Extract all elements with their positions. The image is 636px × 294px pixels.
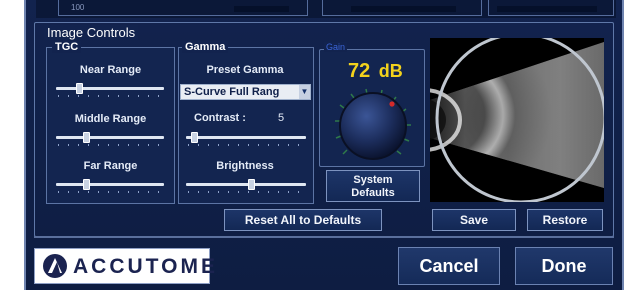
contrast-track <box>186 136 306 139</box>
brightness-track <box>186 183 306 186</box>
brightness-ticks <box>188 191 304 193</box>
far-range-track <box>56 183 164 186</box>
near-range-ticks <box>58 95 162 97</box>
near-range-slider[interactable] <box>56 82 164 102</box>
far-range-label: Far Range <box>83 160 138 172</box>
top-strip-partial-text: 100 <box>71 3 85 12</box>
top-strip-box-right <box>488 0 614 16</box>
gain-knob-body[interactable] <box>339 92 407 160</box>
gain-value: 72 <box>348 60 371 82</box>
gain-readout: 72 dB <box>348 60 403 83</box>
top-strip-dark-middle <box>351 6 456 12</box>
ultrasound-preview <box>430 38 604 202</box>
accutome-logo-icon <box>43 254 67 278</box>
far-range-slider[interactable] <box>56 178 164 198</box>
tgc-title: TGC <box>52 41 82 53</box>
near-range-thumb[interactable] <box>76 83 83 94</box>
contrast-value: 5 <box>278 112 285 124</box>
save-button[interactable]: Save <box>432 209 516 231</box>
near-range-label: Near Range <box>79 64 142 76</box>
top-strip-box-left: 100 <box>58 0 308 16</box>
contrast-slider[interactable] <box>186 131 306 151</box>
logo-text: ACCUTOME <box>73 255 218 278</box>
system-defaults-line2: Defaults <box>351 187 395 199</box>
restore-button[interactable]: Restore <box>527 209 603 231</box>
gain-label: Gain <box>324 42 348 52</box>
accutome-logo: ACCUTOME <box>34 248 215 284</box>
top-strip-box-middle <box>322 0 482 16</box>
done-button[interactable]: Done <box>515 247 613 285</box>
brightness-thumb[interactable] <box>248 179 255 190</box>
brightness-slider[interactable] <box>186 178 306 198</box>
top-strip: 100 <box>36 0 616 18</box>
middle-range-track <box>56 136 164 139</box>
image-controls-title: Image Controls <box>44 25 139 40</box>
panel-bottom-divider <box>34 236 614 238</box>
contrast-thumb[interactable] <box>191 132 198 143</box>
system-defaults-line1: System <box>353 174 393 186</box>
chevron-down-icon[interactable]: ▼ <box>299 85 310 99</box>
preset-gamma-label: Preset Gamma <box>206 64 284 76</box>
lens-ring-icon <box>435 38 604 202</box>
system-defaults-button[interactable]: System Defaults <box>326 170 420 202</box>
cancel-button[interactable]: Cancel <box>398 247 500 285</box>
gain-unit: dB <box>378 61 403 81</box>
middle-range-ticks <box>58 144 162 146</box>
middle-range-thumb[interactable] <box>83 132 90 143</box>
top-strip-dark-right <box>497 6 597 12</box>
contrast-label: Contrast : <box>194 112 246 124</box>
near-range-track <box>56 87 164 90</box>
far-range-thumb[interactable] <box>83 179 90 190</box>
top-strip-dark-left <box>234 6 289 12</box>
reset-all-button[interactable]: Reset All to Defaults <box>224 209 382 231</box>
preset-gamma-select[interactable]: S-Curve Full Rang ▼ <box>180 84 311 100</box>
contrast-ticks <box>188 144 304 146</box>
brightness-label: Brightness <box>216 160 274 172</box>
gain-knob[interactable] <box>331 88 415 164</box>
middle-range-label: Middle Range <box>74 113 147 125</box>
preset-gamma-value: S-Curve Full Rang <box>184 86 280 98</box>
far-range-ticks <box>58 191 162 193</box>
gain-knob-indicator <box>389 101 395 107</box>
gamma-title: Gamma <box>182 41 229 53</box>
middle-range-slider[interactable] <box>56 131 164 151</box>
